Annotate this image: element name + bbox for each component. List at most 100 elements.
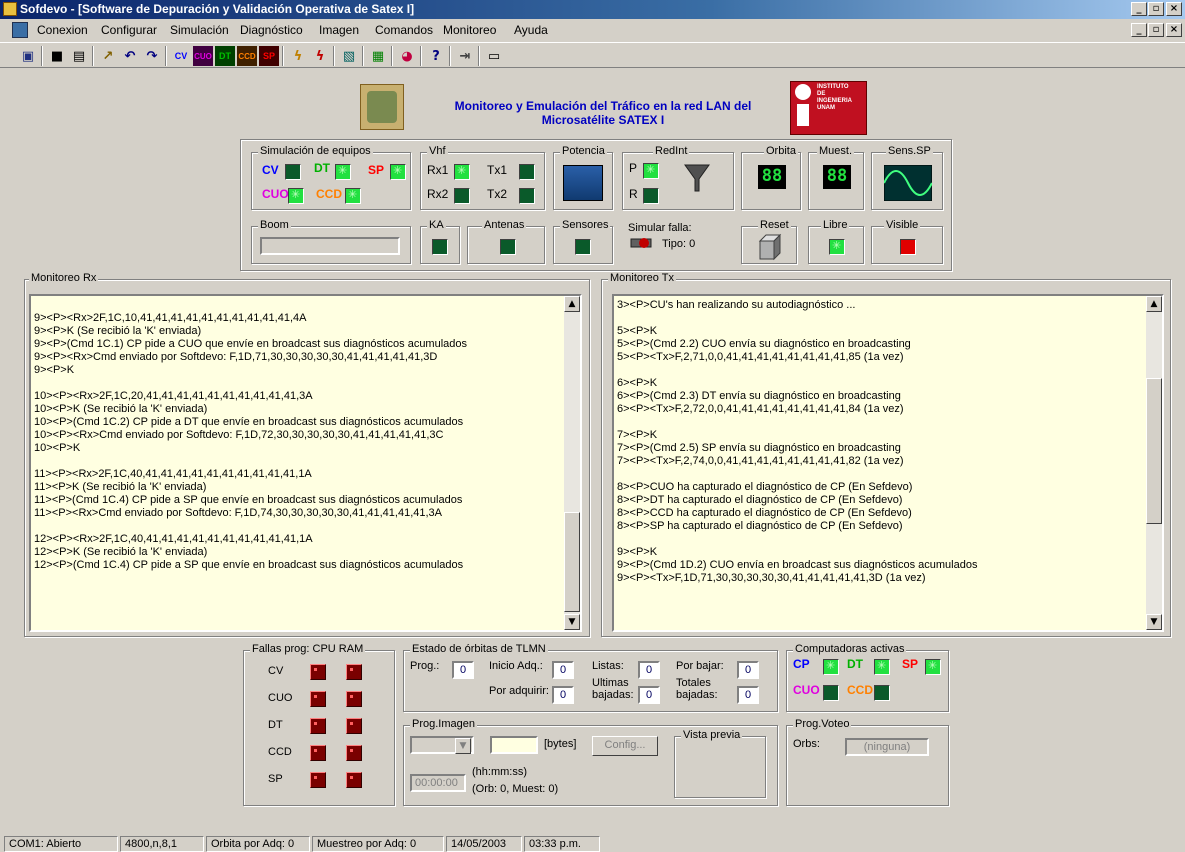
vhf-rx2-led[interactable] [454,188,470,204]
vhf-rx1-led[interactable] [454,164,470,180]
reset-cube-icon[interactable] [758,233,784,261]
sim-dt-toggle[interactable] [335,164,351,180]
monitoreo-tx-label: Monitoreo Tx [608,272,676,284]
activas-cuo-label: CUO [793,683,820,697]
rx-scrollbar[interactable]: ▲ ▼ [564,296,580,630]
falla-ram-button[interactable] [346,745,362,761]
rx-scroll-down-icon[interactable]: ▼ [564,614,580,630]
chart-icon[interactable]: ▦ [368,46,388,66]
tx-log-line: 7><P>K [617,429,658,441]
redint-label: RedInt [653,145,690,157]
rx-scroll-up-icon[interactable]: ▲ [564,296,580,312]
vhf-tx2-led[interactable] [519,188,535,204]
tx-scroll-down-icon[interactable]: ▼ [1146,614,1162,630]
toggle-switch-icon[interactable] [630,236,652,250]
cv-icon[interactable]: CV [171,46,191,66]
tx-scroll-up-icon[interactable]: ▲ [1146,296,1162,312]
menu-simulacion[interactable]: Simulación [170,23,229,37]
menu-comandos[interactable]: Comandos [375,23,433,37]
connect-icon[interactable]: ▣ [18,46,38,66]
tx-log-line [617,416,1159,429]
menu-conexion[interactable]: Conexion [37,23,88,37]
vhf-tx1-label: Tx1 [487,163,508,177]
redint-p-led[interactable] [643,163,659,179]
vhf-tx2-label: Tx2 [487,187,508,201]
undo-icon[interactable]: ↶ [120,46,140,66]
falla-cpu-button[interactable] [310,718,326,734]
tx-scroll-thumb[interactable] [1146,378,1162,524]
tx-log-line [617,468,1159,481]
tx-log-line: 8><P>CUO ha capturado el diagnóstico de … [617,481,913,493]
tx-log-line [617,312,1159,325]
child-maximize-button[interactable]: ▫ [1148,23,1164,37]
prog-voteo-group: Prog.Voteo Orbs: (ninguna) [786,718,949,806]
activas-ccd-label: CCD [847,683,873,697]
falla-cpu-button[interactable] [310,664,326,680]
falla-ram-button[interactable] [346,664,362,680]
redint-r-led[interactable] [643,188,659,204]
menu-monitoreo[interactable]: Monitoreo [443,23,496,37]
sim-ccd-toggle[interactable] [345,188,361,204]
falla-cpu-button[interactable] [310,691,326,707]
exit-icon[interactable]: ⇥ [455,46,475,66]
rx-scroll-thumb[interactable] [564,512,580,612]
cuo-icon[interactable]: CUO [193,46,213,66]
sim-cuo-toggle[interactable] [288,188,304,204]
falla-cpu-button[interactable] [310,745,326,761]
vhf-rx1-label: Rx1 [427,163,449,177]
save-icon[interactable]: ■ [47,46,67,66]
menu-diagnostico[interactable]: Diagnóstico [240,23,303,37]
ingenieria-logo: INSTITUTO DE INGENIERIA UNAM [790,81,867,135]
sim-sp-toggle[interactable] [390,164,406,180]
battery-icon[interactable] [563,165,603,201]
sim-cv-toggle[interactable] [285,164,301,180]
child-minimize-button[interactable]: _ [1131,23,1147,37]
close-button[interactable]: × [1166,2,1182,16]
sim-equipos-label: Simulación de equipos [258,145,373,157]
palette-icon[interactable]: ◕ [397,46,417,66]
dt-icon[interactable]: DT [215,46,235,66]
visible-led[interactable] [900,239,916,255]
print-icon[interactable]: ▤ [69,46,89,66]
libre-led[interactable] [829,239,845,255]
antenas-led[interactable] [500,239,516,255]
mdi-child-icon[interactable] [12,22,28,38]
menu-configurar[interactable]: Configurar [101,23,157,37]
rx-log[interactable]: 9><P><Rx>2F,1C,10,41,41,41,41,41,41,41,4… [29,294,582,632]
ccd-icon[interactable]: CCD [237,46,257,66]
prog-imagen-dropdown-icon[interactable]: ▼ [455,738,471,754]
config-button[interactable]: Config... [592,736,658,756]
image-icon[interactable]: ▧ [339,46,359,66]
tx-log[interactable]: 3><P>CU's han realizando su autodiagnóst… [612,294,1164,632]
sp-icon[interactable]: SP [259,46,279,66]
falla-ram-button[interactable] [346,718,362,734]
header-subtitle: Microsatélite SATEX I [541,113,665,127]
minimize-button[interactable]: _ [1131,2,1147,16]
prog-imagen-bytes-input[interactable] [490,736,538,754]
vhf-tx1-led[interactable] [519,164,535,180]
status-date: 14/05/2003 [446,836,522,852]
tx-scrollbar[interactable]: ▲ ▼ [1146,296,1162,630]
child-close-button[interactable]: × [1166,23,1182,37]
rx-log-line: 9><P>K (Se recibió la 'K' enviada) [34,325,202,337]
sine-wave-icon[interactable] [884,165,932,201]
ka-led[interactable] [432,239,448,255]
menu-ayuda[interactable]: Ayuda [514,23,548,37]
window-icon[interactable]: ▭ [484,46,504,66]
falla-cpu-button[interactable] [310,772,326,788]
help-icon[interactable]: ? [426,46,446,66]
menu-imagen[interactable]: Imagen [319,23,359,37]
falla-ram-button[interactable] [346,691,362,707]
maximize-button[interactable]: ▫ [1148,2,1164,16]
lightning-multi-icon[interactable]: ϟ [310,46,330,66]
por-bajar-label: Por bajar: [676,660,724,672]
wand-icon[interactable]: ↗ [98,46,118,66]
activas-cp-label: CP [793,657,810,671]
lightning-icon[interactable]: ϟ [288,46,308,66]
falla-ram-button[interactable] [346,772,362,788]
tx-log-line [617,533,1159,546]
prog-imagen-time-input[interactable]: 00:00:00 [410,774,466,792]
visible-label: Visible [884,219,921,231]
sensores-led[interactable] [575,239,591,255]
redo-icon[interactable]: ↷ [142,46,162,66]
